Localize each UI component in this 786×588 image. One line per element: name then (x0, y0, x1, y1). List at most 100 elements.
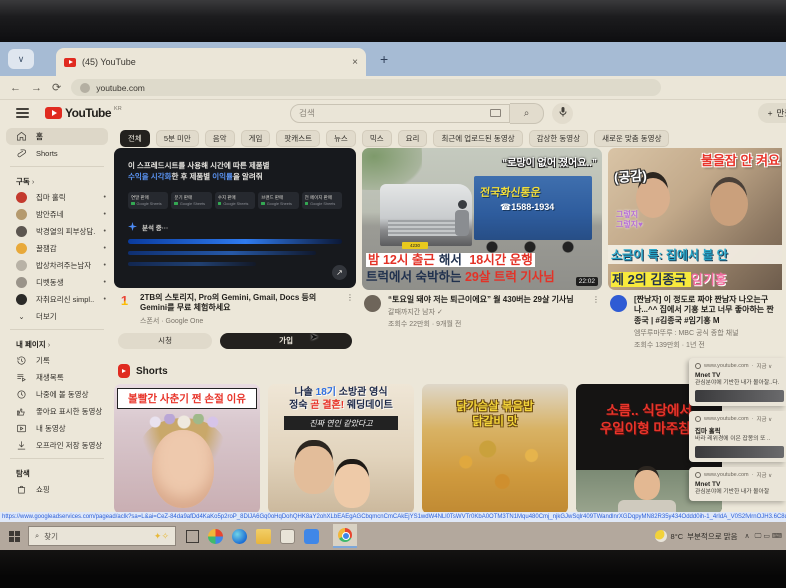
microsoft-store-icon[interactable] (280, 529, 295, 544)
tab-close-icon[interactable]: × (352, 57, 358, 68)
chip-recent-uploads[interactable]: 최근에 업로드된 동영상 (433, 130, 522, 147)
mbc-thumbnail[interactable]: (공감) 불을잠 안 켜요 그렇지그렇지♥ 소금이 특: 집에서 불 안 제 2… (608, 148, 782, 290)
tray-chevron-icon[interactable]: ∧ (745, 532, 750, 541)
voice-search-button[interactable] (552, 103, 573, 124)
chip-podcast[interactable]: 팟캐스트 (276, 130, 320, 147)
channel-avatar[interactable] (610, 295, 627, 312)
sidebar-item-liked-videos[interactable]: 좋아요 표시한 동영상 (0, 403, 114, 420)
ad-thumbnail[interactable]: 이 스프레드시트를 사용해 시간에 따른 제품별 수익을 시각화한 후 제품별 … (114, 148, 356, 288)
task-view-button[interactable] (186, 530, 199, 543)
video-title[interactable]: [짠남자] 이 정도로 짜야 짠남자 나오는구나...^^ 집에서 기홍 보고 … (634, 295, 780, 326)
search-button[interactable]: ⌕ (510, 103, 544, 124)
sidebar-item-home[interactable]: 홈 (6, 128, 108, 145)
sidebar-channel[interactable]: 집마 홀릭 • (0, 189, 114, 206)
thumbnail-person (152, 430, 214, 508)
truck-thumbnail[interactable]: 전국화신통운 ☎1588-1934 4230 “로망이 없어 졌어요..” 밤 … (362, 148, 602, 290)
sidebar-item-downloads[interactable]: 오프라인 저장 동영상 (0, 437, 114, 454)
video-card-truck[interactable]: 전국화신통운 ☎1588-1934 4230 “로망이 없어 졌어요..” 밤 … (362, 148, 602, 350)
keyboard-icon[interactable] (490, 109, 501, 117)
chevron-right-icon: › (48, 340, 51, 349)
analyzing-label: 분석 중··· (142, 222, 168, 232)
kebab-menu-icon[interactable]: ⋮ (346, 293, 354, 326)
forward-icon[interactable]: → (31, 82, 42, 94)
taskbar-search-box[interactable]: ⌕ 찾기 ✦✧ (28, 526, 176, 546)
short-card-3[interactable]: 닭가슴살 볶음밥닭갈비 맛 (422, 384, 568, 514)
youtube-logo[interactable]: YouTube KR (45, 106, 122, 120)
notification-toast[interactable]: www.youtube.com·지금 ∨ Mnet TV 관심분야에 기반한 내… (689, 358, 786, 406)
subscriptions-header[interactable]: 구독 › (0, 171, 114, 189)
sidebar-channel[interactable]: 밤안쥬네 • (0, 206, 114, 223)
video-meta: “토요일 돼야 저는 퇴근이에요” 월 430버는 29살 기사님 갈때까지간 … (362, 295, 602, 329)
copilot-sparkle-icon[interactable]: ✦✧ (154, 531, 169, 542)
join-button[interactable]: 가입 (220, 333, 352, 349)
sidebar-channel[interactable]: 자취요리신 simpl.. • (0, 291, 114, 308)
chip-music[interactable]: 음악 (205, 130, 235, 147)
sheet-chip: 수지 판매 Google Sheets (215, 192, 255, 209)
sidebar-show-more[interactable]: ⌄ 더보기 (0, 308, 114, 325)
new-tab-button[interactable]: + (380, 52, 388, 66)
chrome-taskbar-slot[interactable] (333, 524, 357, 548)
video-title[interactable]: “토요일 돼야 저는 퇴근이에요” 월 430버는 29살 기사님 (388, 295, 585, 305)
plus-icon: + (768, 108, 773, 118)
notification-toast[interactable]: www.youtube.com·지금 ∨ 집마 홀릭 바라 레위경에 이은 잡봉… (689, 411, 786, 462)
channel-name[interactable]: 갈때까지간 남자 ✓ (388, 307, 585, 317)
browser-tab[interactable]: (45) YouTube × (56, 48, 366, 76)
start-button[interactable] (0, 522, 28, 550)
sidebar-channel[interactable]: 디벳동생 • (0, 274, 114, 291)
notification-toast[interactable]: www.youtube.com·지금 ∨ Mnet TV 관심분야에 기반한 내… (689, 467, 786, 500)
tab-search-button[interactable]: ∨ (8, 49, 34, 69)
mail-app-icon[interactable] (304, 529, 319, 544)
chip-mix[interactable]: 믹스 (362, 130, 392, 147)
chip-cooking[interactable]: 요리 (398, 130, 428, 147)
back-icon[interactable]: ← (10, 82, 21, 94)
thumbnail-caption-top: 불을잠 안 켜요 (701, 150, 780, 169)
thumbnail-person (710, 182, 748, 226)
kebab-menu-icon[interactable]: ⋮ (592, 295, 600, 329)
ad-prompt-line2: 수익을 시각화한 후 제품별 이익률을 알려줘 (128, 171, 342, 182)
chip-news[interactable]: 뉴스 (326, 130, 356, 147)
chip-watched[interactable]: 감상한 동영상 (529, 130, 588, 147)
sidebar-item-shorts[interactable]: Shorts (0, 145, 114, 162)
external-link-arrow-icon[interactable]: ↗ (332, 265, 347, 280)
ad-title[interactable]: 2TB의 스토리지, Pro의 Gemini, Gmail, Docs 등의 G… (140, 293, 339, 314)
chip-game[interactable]: 게임 (241, 130, 271, 147)
channel-name[interactable]: 엠뚜루마뚜루 : MBC 공식 종합 채널 (634, 328, 780, 338)
sidebar-item-shopping[interactable]: 쇼핑 (0, 481, 114, 498)
system-tray[interactable]: ∧ 🖵 ▭ ⌨ (745, 532, 782, 541)
edge-app-icon[interactable] (232, 529, 247, 544)
ad-card[interactable]: 이 스프레드시트를 사용해 시간에 따른 제품별 수익을 시각화한 후 제품별 … (114, 148, 356, 350)
short-caption: 닭가슴살 볶음밥닭갈비 맛 (422, 400, 568, 430)
video-card-mbc[interactable]: (공감) 불을잠 안 켜요 그렇지그렇지♥ 소금이 특: 집에서 불 안 제 2… (608, 148, 782, 350)
notification-title: Mnet TV (695, 372, 784, 379)
sidebar-channel[interactable]: 꿀잼감 • (0, 240, 114, 257)
taskbar-search-placeholder: 찾기 (44, 531, 58, 542)
sidebar-item-history[interactable]: 기록 (0, 352, 114, 369)
weather-widget[interactable]: 8°C 부분적으로 맑음 (655, 530, 738, 542)
watch-button[interactable]: 시청 (118, 333, 212, 349)
sidebar-channel[interactable]: 박경열의 피부상담.. • (0, 223, 114, 240)
reload-icon[interactable]: ⟳ (52, 81, 61, 94)
sidebar-item-playlists[interactable]: 재생목록 (0, 369, 114, 386)
sheets-icon (174, 202, 178, 206)
shorts-icon (16, 148, 27, 159)
tray-icons[interactable]: 🖵 ▭ ⌨ (755, 532, 782, 541)
chip-all[interactable]: 전체 (120, 130, 150, 147)
sidebar-item-watch-later[interactable]: 나중에 볼 동영상 (0, 386, 114, 403)
file-explorer-icon[interactable] (256, 529, 271, 544)
channel-avatar[interactable] (364, 295, 381, 312)
screen: ∨ (45) YouTube × + ← → ⟳ youtube.com You… (0, 42, 786, 550)
chip-under-5min[interactable]: 5분 미만 (156, 130, 199, 147)
chip-new-for-you[interactable]: 새로운 맞춤 동영상 (594, 130, 669, 147)
short-caption: 나솔 18기 소방관 영식 정숙 곧 결혼! 웨딩데이트 (268, 387, 414, 412)
address-bar[interactable]: youtube.com (71, 79, 661, 96)
photos-app-icon[interactable] (208, 529, 223, 544)
create-button[interactable]: + 만들기 (758, 103, 786, 123)
site-info-icon[interactable] (80, 83, 90, 93)
short-card-2[interactable]: 나솔 18기 소방관 영식 정숙 곧 결혼! 웨딩데이트 진짜 연인 같았다고 (268, 384, 414, 514)
my-page-header[interactable]: 내 페이지 › (0, 334, 114, 352)
menu-icon[interactable] (16, 106, 29, 121)
sidebar-channel[interactable]: 밥상차려주는남자 • (0, 257, 114, 274)
search-input[interactable]: 검색 (290, 104, 510, 123)
sidebar-item-my-videos[interactable]: 내 동영상 (0, 420, 114, 437)
short-card-1[interactable]: 볼빨간 사춘기 쩐 손절 이유 (114, 384, 260, 514)
